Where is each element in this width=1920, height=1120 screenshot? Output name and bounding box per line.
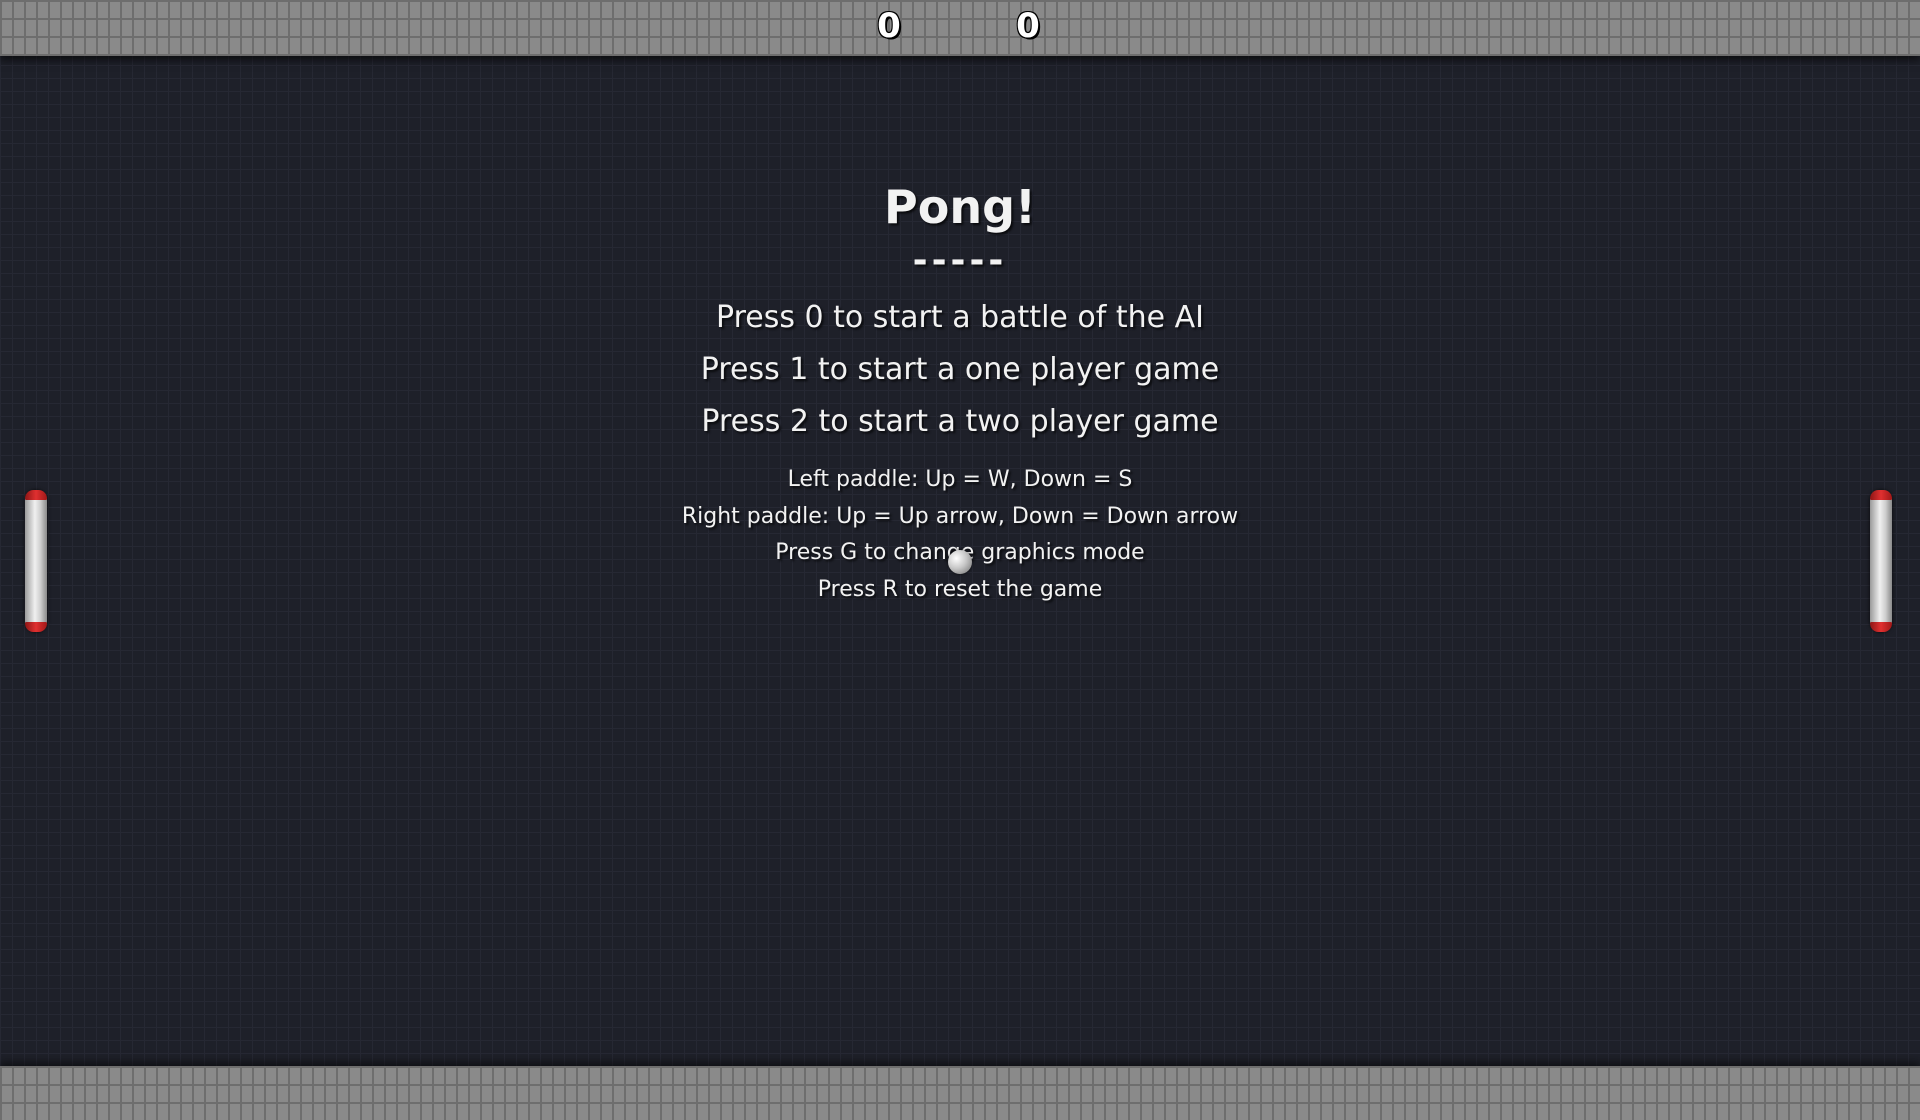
- right-score: 0: [1016, 6, 1040, 46]
- title-divider: -----: [912, 240, 1008, 281]
- controls-right-paddle: Right paddle: Up = Up arrow, Down = Down…: [681, 503, 1239, 529]
- start-menu: Press 0 to start a battle of the AI Pres…: [0, 292, 1920, 448]
- bottom-wall: [0, 1066, 1920, 1120]
- left-paddle: [25, 490, 47, 632]
- left-score: 0: [877, 6, 901, 46]
- top-wall: [0, 0, 1920, 56]
- controls-reset: Press R to reset the game: [817, 576, 1103, 602]
- menu-option-ai-battle: Press 0 to start a battle of the AI: [716, 300, 1204, 335]
- menu-option-one-player: Press 1 to start a one player game: [700, 352, 1220, 387]
- ball: [948, 550, 972, 574]
- controls-left-paddle: Left paddle: Up = W, Down = S: [787, 467, 1133, 492]
- game-title: Pong!: [884, 180, 1036, 234]
- menu-option-two-player: Press 2 to start a two player game: [701, 404, 1219, 439]
- controls-help: Left paddle: Up = W, Down = S Right padd…: [0, 462, 1920, 608]
- right-paddle: [1870, 490, 1892, 632]
